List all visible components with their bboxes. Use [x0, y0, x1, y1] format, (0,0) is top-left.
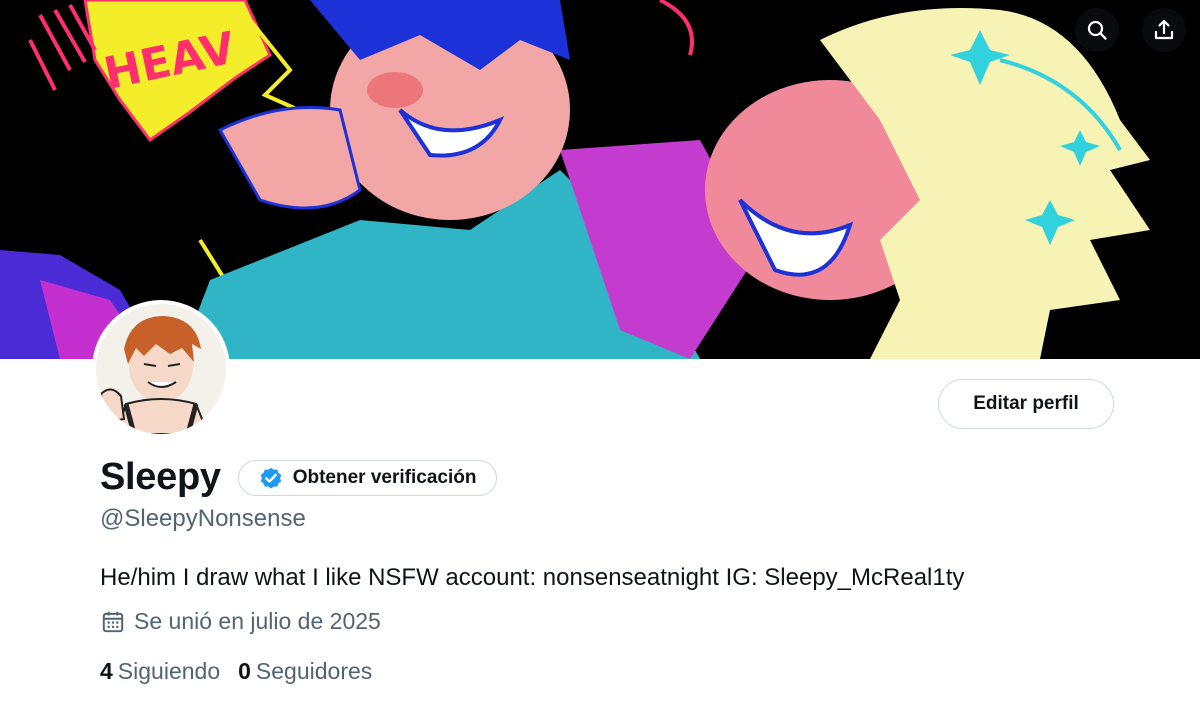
search-icon [1087, 20, 1107, 40]
display-name: Sleepy [100, 456, 221, 498]
followers-label: Seguidores [255, 658, 373, 684]
followers-count: 0 [238, 658, 251, 684]
name-row: Sleepy Obtener verificación [100, 456, 498, 499]
followers-link[interactable]: 0 Seguidores [238, 658, 372, 685]
verified-badge-icon [260, 467, 281, 489]
get-verified-label: Obtener verificación [292, 466, 477, 488]
join-date: Se unió en julio de 2025 [100, 608, 381, 635]
avatar-illustration [96, 304, 226, 434]
user-handle: @SleepyNonsense [100, 505, 306, 532]
get-verified-button[interactable]: Obtener verificación [237, 459, 498, 496]
join-date-text: Se unió en julio de 2025 [134, 608, 381, 634]
share-upload-icon [1154, 19, 1174, 40]
avatar[interactable] [92, 300, 230, 438]
search-button[interactable] [1075, 8, 1119, 52]
following-label: Siguiendo [117, 658, 221, 684]
following-count: 4 [100, 658, 113, 684]
follow-stats: 4 Siguiendo 0 Seguidores [100, 658, 390, 685]
share-button[interactable] [1142, 8, 1186, 52]
following-link[interactable]: 4 Siguiendo [100, 658, 220, 685]
calendar-icon [102, 611, 124, 632]
edit-profile-button[interactable]: Editar perfil [938, 379, 1114, 429]
profile-bio: He/him I draw what I like NSFW account: … [100, 564, 965, 591]
